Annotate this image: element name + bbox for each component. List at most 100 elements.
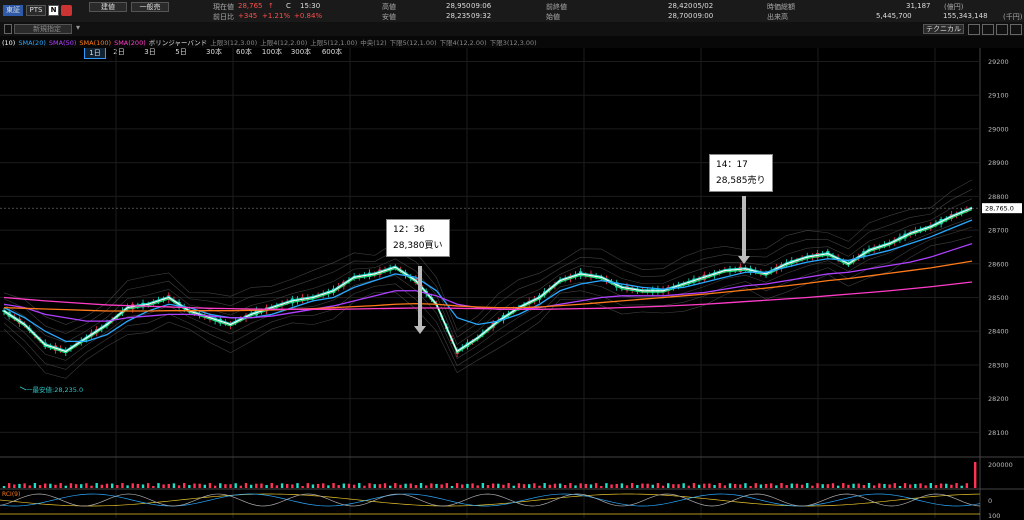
volume-bar bbox=[59, 483, 62, 488]
volume-bar bbox=[826, 484, 830, 488]
buy-arrow-shaft bbox=[418, 266, 422, 326]
y-tick-label: 28700 bbox=[988, 227, 1009, 235]
position-select[interactable]: 建値 bbox=[89, 2, 127, 12]
volume-bar bbox=[703, 483, 706, 488]
volume-bar bbox=[594, 483, 598, 488]
legend-item[interactable]: 上限3(12,3.00) bbox=[210, 39, 257, 47]
volume-bar bbox=[584, 483, 588, 488]
volume-bar bbox=[775, 485, 778, 488]
window-icon[interactable] bbox=[982, 24, 994, 35]
volume-bar bbox=[718, 483, 721, 488]
volume-bar bbox=[234, 483, 237, 488]
y-tick-label: 28800 bbox=[988, 193, 1009, 201]
volume-bar bbox=[239, 485, 243, 488]
volume-bar bbox=[13, 484, 16, 488]
volume-bar bbox=[121, 483, 124, 488]
turnover-value: 155,343,148 bbox=[943, 12, 988, 20]
volume-bar bbox=[141, 484, 145, 488]
volume-bar bbox=[646, 483, 649, 488]
volume-bar bbox=[450, 485, 454, 488]
volume-bar bbox=[800, 484, 804, 488]
sell-order-button[interactable]: 一般売 bbox=[131, 2, 169, 12]
volume-bar bbox=[306, 483, 309, 488]
volume-bar bbox=[275, 485, 279, 488]
volume-bar bbox=[548, 484, 551, 488]
change-label: 前日比 bbox=[213, 13, 234, 21]
technical-button[interactable]: テクニカル bbox=[923, 24, 964, 34]
legend-item[interactable]: SMA(200) bbox=[114, 39, 146, 47]
market-button[interactable]: 東証 bbox=[3, 5, 23, 16]
volume-bar bbox=[605, 483, 608, 488]
menu-icon[interactable] bbox=[1010, 24, 1022, 35]
volume-bar bbox=[466, 483, 469, 488]
volume-bar bbox=[183, 483, 186, 488]
volume-bar bbox=[311, 484, 315, 488]
volume-bar bbox=[167, 483, 170, 488]
legend-item[interactable]: SMA(50) bbox=[49, 39, 77, 47]
close-mark: C bbox=[286, 2, 291, 10]
volume-bar bbox=[677, 484, 680, 488]
legend-item[interactable]: SMA(100) bbox=[79, 39, 111, 47]
volume-bar bbox=[486, 485, 490, 488]
volume-bar bbox=[100, 484, 104, 488]
volume-axis-label: 200000 bbox=[988, 461, 1013, 469]
prev-close-label: 前終値 bbox=[546, 3, 567, 11]
volume-bar bbox=[394, 483, 397, 488]
legend-item[interactable]: 下限3(12,3.00) bbox=[490, 39, 537, 47]
legend-item[interactable]: 中央(12) bbox=[360, 39, 386, 47]
volume-bar bbox=[90, 485, 93, 488]
maximize-icon[interactable] bbox=[996, 24, 1008, 35]
high-value: 28,950 bbox=[446, 2, 471, 10]
n-badge[interactable]: N bbox=[48, 5, 59, 16]
open-label: 始値 bbox=[546, 13, 560, 21]
volume-bar bbox=[208, 483, 212, 488]
volume-bar bbox=[811, 485, 814, 488]
volume-bar bbox=[630, 483, 634, 488]
settings-icon[interactable] bbox=[968, 24, 980, 35]
volume-bar-last bbox=[974, 462, 977, 488]
volume-bar bbox=[373, 484, 376, 488]
new-order-select[interactable]: 新規指定 bbox=[14, 24, 72, 34]
indicator-legend: (10) SMA(20) SMA(50) SMA(100) SMA(200) ボリンジャー… bbox=[0, 36, 1024, 48]
volume-bar bbox=[713, 485, 716, 488]
volume-bar bbox=[780, 483, 783, 488]
prev-close-value: 28,420 bbox=[668, 2, 693, 10]
legend-item[interactable]: (10) bbox=[2, 39, 15, 47]
volume-bar bbox=[18, 483, 21, 488]
legend-item[interactable]: 上限5(12,1.00) bbox=[310, 39, 357, 47]
alert-icon[interactable] bbox=[61, 5, 72, 16]
volume-bar bbox=[316, 483, 320, 488]
volume-bar bbox=[146, 483, 150, 488]
legend-item[interactable]: ボリンジャーバンド bbox=[149, 39, 207, 47]
pts-button[interactable]: PTS bbox=[26, 5, 46, 16]
volume-bar bbox=[399, 484, 402, 488]
volume-label: 出来高 bbox=[767, 13, 788, 21]
volume-bar bbox=[136, 483, 140, 488]
volume-bar bbox=[265, 485, 268, 488]
low-value: 28,235 bbox=[446, 12, 471, 20]
volume-bar bbox=[157, 483, 160, 488]
volume-bar bbox=[327, 485, 330, 488]
volume-bar bbox=[929, 483, 933, 488]
bollinger-band bbox=[3, 189, 973, 338]
legend-item[interactable]: 上限4(12,2.00) bbox=[260, 39, 307, 47]
volume-bar bbox=[419, 483, 423, 488]
volume-bar bbox=[569, 483, 572, 488]
legend-item[interactable]: SMA(20) bbox=[18, 39, 46, 47]
volume-bar bbox=[430, 483, 433, 488]
volume-bar bbox=[579, 483, 582, 488]
volume-bar bbox=[95, 483, 98, 488]
volume-bar bbox=[903, 483, 907, 488]
chevron-down-icon[interactable]: ▾ bbox=[76, 23, 80, 32]
legend-item[interactable]: 下限5(12,1.00) bbox=[390, 39, 437, 47]
volume-bar bbox=[924, 485, 927, 488]
collapse-icon[interactable] bbox=[4, 24, 12, 34]
price-chart[interactable]: 28100 28200 28300 28400 28500 28600 28700 28800… bbox=[0, 48, 1024, 520]
market-cap-unit: (億円) bbox=[944, 3, 964, 11]
legend-item[interactable]: 下限4(12,2.00) bbox=[440, 39, 487, 47]
volume-bar bbox=[728, 483, 732, 488]
volume-bar bbox=[322, 483, 325, 488]
current-price-label: 現在値 bbox=[213, 3, 234, 11]
quote-header: 東証 PTS N 建値 一般売 現在値 28,765 ↑ C 15:30 前日比… bbox=[0, 0, 1024, 23]
turnover-unit: (千円) bbox=[1003, 13, 1023, 21]
